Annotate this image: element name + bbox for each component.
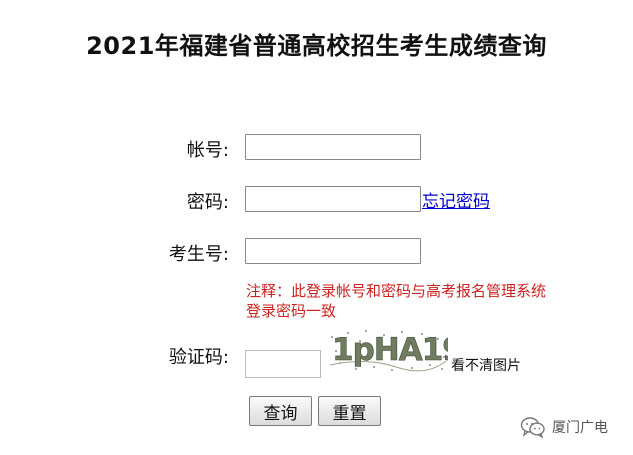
account-input[interactable] <box>245 134 421 160</box>
wechat-icon <box>520 417 545 438</box>
query-button[interactable]: 查询 <box>249 396 312 426</box>
exam-number-input[interactable] <box>245 238 421 264</box>
captcha-text: 1pHA19 <box>332 332 448 368</box>
password-label: 密码: <box>186 192 229 213</box>
login-note: 注释：此登录帐号和密码与高考报名管理系统登录密码一致 <box>246 282 547 320</box>
page-title: 2021年福建省普通高校招生考生成绩查询 <box>86 32 547 60</box>
forgot-password-link[interactable]: 忘记密码 <box>422 187 490 212</box>
watermark-text: 厦门广电 <box>552 420 608 436</box>
captcha-label: 验证码: <box>168 347 229 368</box>
captcha-image[interactable]: 1pHA19 <box>326 327 448 373</box>
exam-number-label: 考生号: <box>168 244 229 265</box>
watermark: 厦门广电 <box>520 416 608 438</box>
account-label: 帐号: <box>186 140 229 161</box>
password-input[interactable] <box>245 186 421 212</box>
reset-button[interactable]: 重置 <box>318 396 381 426</box>
captcha-refresh-link[interactable]: 看不清图片 <box>451 355 521 375</box>
captcha-input[interactable] <box>245 350 321 378</box>
